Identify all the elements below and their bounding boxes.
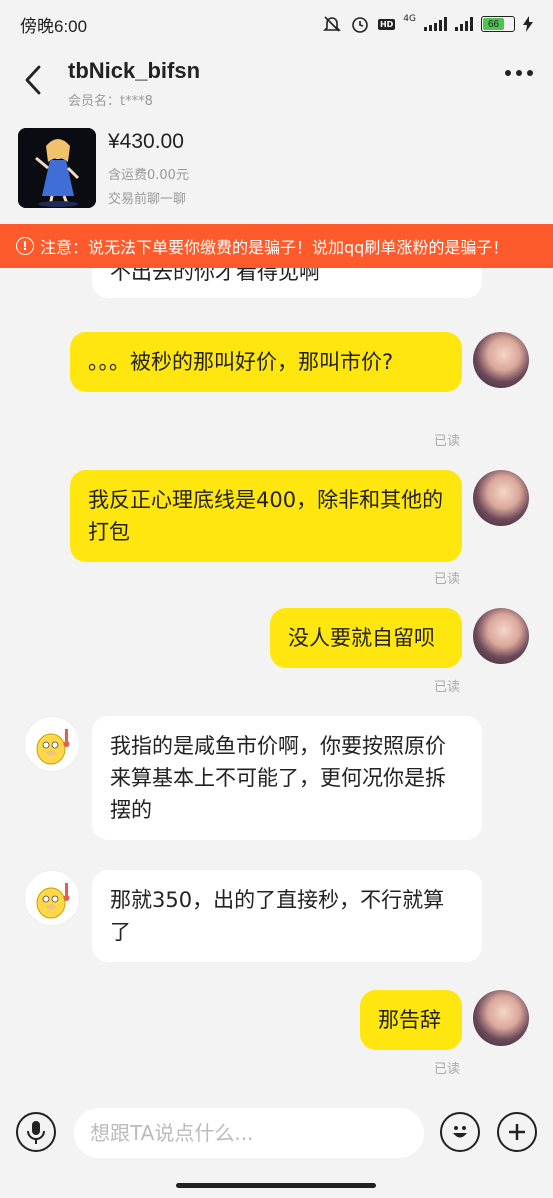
message-bubble-me[interactable]: 没人要就自留呗 xyxy=(270,608,462,668)
product-image[interactable] xyxy=(18,128,96,208)
input-bar xyxy=(0,1100,553,1170)
read-status: 已读 xyxy=(434,680,461,695)
emoji-icon xyxy=(453,1126,467,1138)
microphone-icon xyxy=(27,1121,45,1144)
message-text: 我反正心理底线是400，除非和其他的打包 xyxy=(88,488,444,544)
status-bar: 傍晚6:00 HD 4G 66 xyxy=(0,0,553,48)
read-status: 已读 xyxy=(434,434,461,449)
message-text: 那告辞 xyxy=(378,1008,441,1032)
product-card[interactable]: ¥430.00 含运费0.00元 交易前聊一聊 xyxy=(18,126,538,210)
back-button[interactable] xyxy=(18,62,48,98)
product-shipping: 含运费0.00元 xyxy=(108,168,189,183)
my-avatar[interactable] xyxy=(473,470,529,526)
read-status: 已读 xyxy=(434,572,461,587)
product-note: 交易前聊一聊 xyxy=(108,192,187,207)
back-arrow-icon xyxy=(25,65,41,95)
status-icons: HD 4G 66 xyxy=(322,14,533,34)
message-text: 不出去的你才看得见啊 xyxy=(110,268,320,284)
charging-icon xyxy=(523,16,533,32)
hd-badge: HD xyxy=(377,18,396,30)
message-bubble-them[interactable]: 我指的是咸鱼市价啊，你要按照原价来算基本上不可能了，更何况你是拆摆的 xyxy=(92,716,482,840)
my-avatar[interactable] xyxy=(473,332,529,388)
more-dot-icon xyxy=(505,70,511,76)
my-avatar[interactable] xyxy=(473,608,529,664)
mute-bell-icon xyxy=(322,14,342,34)
chat-list[interactable]: 不出去的你才看得见啊 。。。被秒的那叫好价，那叫市价? 已读 我反正心理底线是4… xyxy=(0,268,553,1094)
warning-icon: ! xyxy=(16,237,34,255)
more-dot-icon xyxy=(516,70,522,76)
message-bubble-them[interactable]: 不出去的你才看得见啊 xyxy=(92,268,482,298)
battery-icon: 66 xyxy=(481,16,515,32)
message-bubble-me[interactable]: 。。。被秒的那叫好价，那叫市价? xyxy=(70,332,462,392)
plus-icon xyxy=(509,1124,525,1140)
more-dot-icon xyxy=(527,70,533,76)
message-text: 那就350，出的了直接秒，不行就算了 xyxy=(110,888,445,944)
voice-button[interactable] xyxy=(16,1112,56,1152)
warning-banner: ! 注意：说无法下单要你缴费的是骗子！说加qq刷单涨粉的是骗子！ xyxy=(0,224,553,268)
add-button[interactable] xyxy=(497,1112,537,1152)
chat-header: tbNick_bifsn 会员名：t***8 xyxy=(0,48,553,116)
message-text: 没人要就自留呗 xyxy=(288,626,435,650)
read-status: 已读 xyxy=(434,1062,461,1077)
message-bubble-me[interactable]: 那告辞 xyxy=(360,990,462,1050)
page-title: tbNick_bifsn xyxy=(68,58,201,83)
message-input[interactable] xyxy=(74,1108,424,1158)
battery-level: 66 xyxy=(483,18,504,30)
product-price: ¥430.00 xyxy=(108,130,184,153)
alarm-icon xyxy=(350,14,370,34)
network-label: 4G xyxy=(403,14,416,24)
status-time: 傍晚6:00 xyxy=(20,16,88,36)
signal-icon xyxy=(424,17,447,31)
other-avatar[interactable] xyxy=(24,870,80,926)
message-text: 。。。被秒的那叫好价，那叫市价? xyxy=(88,350,394,374)
my-avatar[interactable] xyxy=(473,990,529,1046)
member-name: 会员名：t***8 xyxy=(68,94,153,109)
emoji-button[interactable] xyxy=(440,1112,480,1152)
message-bubble-me[interactable]: 我反正心理底线是400，除非和其他的打包 xyxy=(70,470,462,562)
warning-text: 注意：说无法下单要你缴费的是骗子！说加qq刷单涨粉的是骗子！ xyxy=(40,238,509,257)
signal-icon-2 xyxy=(455,17,473,31)
more-button[interactable] xyxy=(505,70,533,76)
message-bubble-them[interactable]: 那就350，出的了直接秒，不行就算了 xyxy=(92,870,482,962)
home-indicator[interactable] xyxy=(176,1183,376,1188)
message-text: 我指的是咸鱼市价啊，你要按照原价来算基本上不可能了，更何况你是拆摆的 xyxy=(110,734,446,822)
other-avatar[interactable] xyxy=(24,716,80,772)
